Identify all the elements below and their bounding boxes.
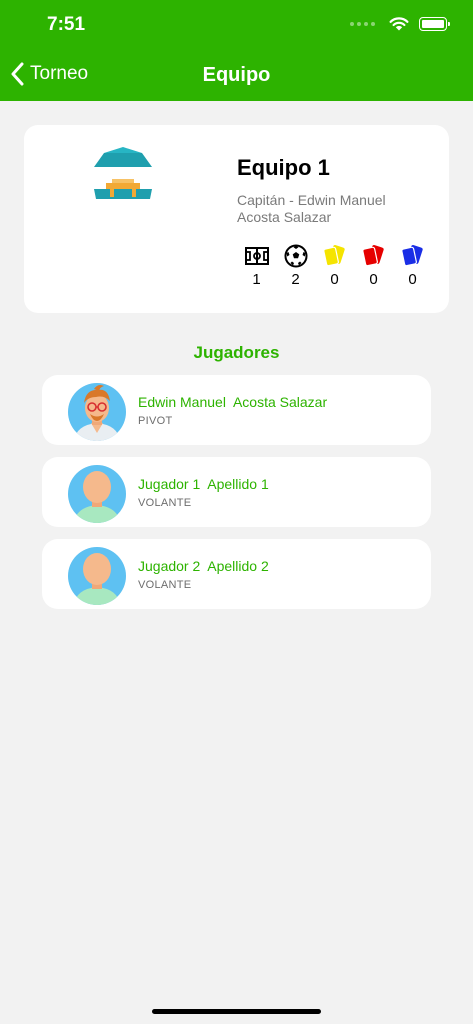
player-name: Edwin Manuel Acosta Salazar [138,394,328,410]
stat-blue-cards: 0 [393,243,432,288]
cellular-signal-icon [350,21,375,26]
soccer-ball-icon [284,244,307,268]
team-captain: Capitán - Edwin Manuel Acosta Salazar [237,192,386,225]
page-title: Equipo [202,64,271,86]
stat-value: 0 [369,271,378,288]
field-icon [244,247,269,265]
team-card: Equipo 1 Capitán - Edwin Manuel Acosta S… [24,125,449,313]
team-name: Equipo 1 [237,155,330,180]
player-card[interactable]: Jugador 1 Apellido 1 VOLANTE [42,457,431,527]
stat-red-cards: 0 [354,243,393,288]
player-avatar-icon [68,547,126,605]
player-name: Jugador 1 Apellido 1 [138,476,269,492]
captain-avatar-icon [68,383,126,441]
home-indicator[interactable] [152,1009,321,1014]
yellow-card-icon [322,245,345,267]
player-card[interactable]: Jugador 2 Apellido 2 VOLANTE [42,539,431,609]
player-name: Jugador 2 Apellido 2 [138,558,269,574]
team-logo-icon [94,147,152,199]
status-time: 7:51 [47,14,86,35]
status-icons [350,16,450,31]
stat-value: 1 [252,271,261,288]
stat-yellow-cards: 0 [315,243,354,288]
stat-value: 0 [330,271,339,288]
player-position: PIVOT [138,415,173,427]
player-position: VOLANTE [138,579,192,591]
player-card[interactable]: Edwin Manuel Acosta Salazar PIVOT [42,375,431,445]
blue-card-icon [400,245,423,267]
player-position: VOLANTE [138,497,192,509]
top-bar: 7:51 Torneo Equipo [0,0,473,101]
red-card-icon [361,245,384,267]
stat-field: 1 [237,243,276,288]
stat-value: 2 [291,271,300,288]
player-avatar-icon [68,465,126,523]
stat-goals: 2 [276,243,315,288]
team-stats: 1 2 0 0 0 [237,243,432,288]
wifi-icon [389,17,409,31]
battery-icon [419,16,450,31]
stat-value: 0 [408,271,417,288]
players-section-title: Jugadores [193,343,280,362]
